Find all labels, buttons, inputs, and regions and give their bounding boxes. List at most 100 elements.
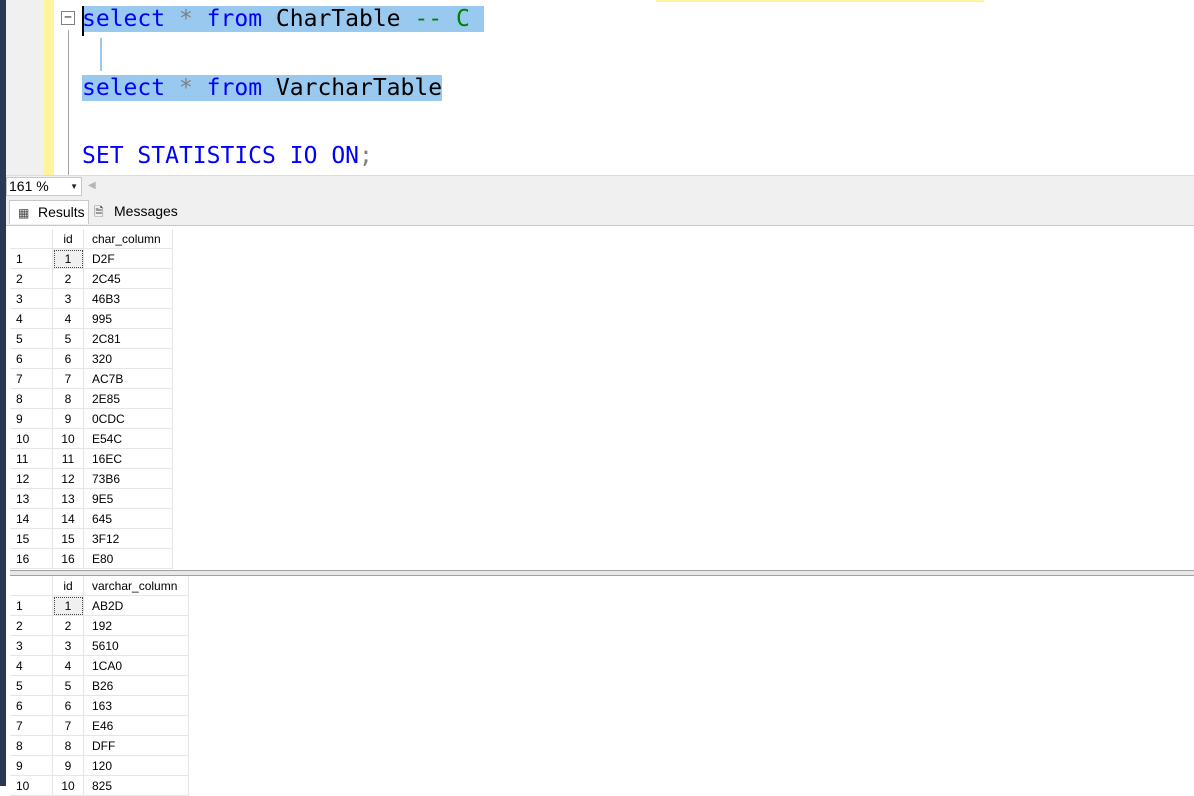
grid-cell[interactable]: 16 xyxy=(52,548,84,569)
column-header-id[interactable]: id xyxy=(52,576,84,596)
grid-cell[interactable]: 6 xyxy=(52,348,84,369)
row-number[interactable]: 2 xyxy=(10,615,53,636)
grid-cell[interactable]: 3 xyxy=(52,635,84,656)
table-row[interactable]: 14 14 645 xyxy=(10,508,173,529)
grid-cell[interactable]: 3 xyxy=(52,288,84,309)
row-number[interactable]: 3 xyxy=(10,288,53,309)
code-line[interactable]: SET STATISTICS IO ON; xyxy=(82,139,373,174)
table-row[interactable]: 3 3 5610 xyxy=(10,635,189,656)
table-row[interactable]: 8 8 DFF xyxy=(10,735,189,756)
table-row[interactable]: 13 13 9E5 xyxy=(10,488,173,509)
grid-cell[interactable]: E80 xyxy=(83,548,173,569)
row-number[interactable]: 7 xyxy=(10,368,53,389)
table-row[interactable]: 3 3 46B3 xyxy=(10,288,173,309)
row-number[interactable]: 7 xyxy=(10,715,53,736)
row-number[interactable]: 5 xyxy=(10,328,53,349)
grid-cell[interactable]: 15 xyxy=(52,528,84,549)
row-number[interactable]: 6 xyxy=(10,695,53,716)
grid-cell[interactable]: 5 xyxy=(52,328,84,349)
results-grid-chartable[interactable]: id char_column 1 1 D2F 2 2 2C45 3 3 46B3 4 4 995 5 5 2C8… xyxy=(10,229,173,569)
row-number[interactable]: 5 xyxy=(10,675,53,696)
table-row[interactable]: 15 15 3F12 xyxy=(10,528,173,549)
row-number[interactable]: 1 xyxy=(10,248,53,269)
grid-cell[interactable]: 120 xyxy=(83,755,189,776)
grid-cell[interactable]: 4 xyxy=(52,308,84,329)
table-row[interactable]: 8 8 2E85 xyxy=(10,388,173,409)
grid-cell[interactable]: D2F xyxy=(83,248,173,269)
grid-cell[interactable]: AB2D xyxy=(83,595,189,616)
grid-cell[interactable]: 16EC xyxy=(83,448,173,469)
grid-cell[interactable]: 9E5 xyxy=(83,488,173,509)
table-row[interactable]: 6 6 320 xyxy=(10,348,173,369)
grid-cell[interactable]: 4 xyxy=(52,655,84,676)
row-number[interactable]: 15 xyxy=(10,528,53,549)
row-number[interactable]: 4 xyxy=(10,655,53,676)
code-line[interactable]: select * from VarcharTable xyxy=(82,71,443,106)
grid-cell[interactable]: 320 xyxy=(83,348,173,369)
grid-cell[interactable]: 1 xyxy=(52,248,84,269)
grid-cell[interactable]: 7 xyxy=(52,715,84,736)
results-grid-varchartable[interactable]: id varchar_column 1 1 AB2D 2 2 192 3 3 5610 4 4 1CA0 5… xyxy=(10,576,189,796)
tab-messages[interactable]: 🗎 Messages xyxy=(92,200,184,224)
row-number[interactable]: 8 xyxy=(10,735,53,756)
row-number[interactable]: 6 xyxy=(10,348,53,369)
grid-cell[interactable]: 2 xyxy=(52,615,84,636)
grid-cell[interactable]: 2C81 xyxy=(83,328,173,349)
grid-corner[interactable] xyxy=(10,576,53,596)
scroll-left-arrow-icon[interactable]: ◀ xyxy=(88,180,96,191)
table-row[interactable]: 5 5 B26 xyxy=(10,675,189,696)
grid-cell[interactable]: 5 xyxy=(52,675,84,696)
table-row[interactable]: 11 11 16EC xyxy=(10,448,173,469)
grid-cell[interactable]: 11 xyxy=(52,448,84,469)
row-number[interactable]: 9 xyxy=(10,408,53,429)
table-row[interactable]: 5 5 2C81 xyxy=(10,328,173,349)
table-row[interactable]: 12 12 73B6 xyxy=(10,468,173,489)
column-header-char-column[interactable]: char_column xyxy=(83,229,173,249)
grid-cell[interactable]: 5610 xyxy=(83,635,189,656)
grid-cell[interactable]: 8 xyxy=(52,735,84,756)
grid-corner[interactable] xyxy=(10,229,53,249)
tab-results[interactable]: ▦ Results xyxy=(9,200,89,224)
query-editor[interactable]: − select * from CharTable -- C select * … xyxy=(6,0,1194,175)
table-row[interactable]: 9 9 0CDC xyxy=(10,408,173,429)
row-number[interactable]: 4 xyxy=(10,308,53,329)
row-number[interactable]: 8 xyxy=(10,388,53,409)
row-number[interactable]: 1 xyxy=(10,595,53,616)
row-number[interactable]: 10 xyxy=(10,428,53,449)
row-number[interactable]: 12 xyxy=(10,468,53,489)
grid-cell[interactable]: 9 xyxy=(52,408,84,429)
grid-cell[interactable]: 7 xyxy=(52,368,84,389)
table-row[interactable]: 4 4 1CA0 xyxy=(10,655,189,676)
row-number[interactable]: 14 xyxy=(10,508,53,529)
table-row[interactable]: 7 7 AC7B xyxy=(10,368,173,389)
table-row[interactable]: 1 1 AB2D xyxy=(10,595,189,616)
row-number[interactable]: 13 xyxy=(10,488,53,509)
grid-cell[interactable]: 2 xyxy=(52,268,84,289)
grid-cell[interactable]: 46B3 xyxy=(83,288,173,309)
row-number[interactable]: 16 xyxy=(10,548,53,569)
grid-cell[interactable]: 1 xyxy=(52,595,84,616)
row-number[interactable]: 3 xyxy=(10,635,53,656)
grid-cell[interactable]: 163 xyxy=(83,695,189,716)
row-number[interactable]: 2 xyxy=(10,268,53,289)
grid-cell[interactable]: DFF xyxy=(83,735,189,756)
grid-cell[interactable]: B26 xyxy=(83,675,189,696)
grid-cell[interactable]: 13 xyxy=(52,488,84,509)
grid-cell[interactable]: 9 xyxy=(52,755,84,776)
grid-cell[interactable]: 8 xyxy=(52,388,84,409)
grid-cell[interactable]: 1CA0 xyxy=(83,655,189,676)
grid-cell[interactable]: E54C xyxy=(83,428,173,449)
grid-cell[interactable]: 6 xyxy=(52,695,84,716)
collapse-icon[interactable]: − xyxy=(61,11,75,25)
grid-cell[interactable]: 3F12 xyxy=(83,528,173,549)
grid-cell[interactable]: 10 xyxy=(52,428,84,449)
table-row[interactable]: 7 7 E46 xyxy=(10,715,189,736)
grid-cell[interactable]: 12 xyxy=(52,468,84,489)
table-row[interactable]: 6 6 163 xyxy=(10,695,189,716)
table-row[interactable]: 1 1 D2F xyxy=(10,248,173,269)
column-header-varchar-column[interactable]: varchar_column xyxy=(83,576,189,596)
grid-cell[interactable]: 645 xyxy=(83,508,173,529)
grid-cell[interactable]: 0CDC xyxy=(83,408,173,429)
grid-cell[interactable]: E46 xyxy=(83,715,189,736)
zoom-dropdown[interactable]: 161 % ▼ xyxy=(6,177,82,196)
